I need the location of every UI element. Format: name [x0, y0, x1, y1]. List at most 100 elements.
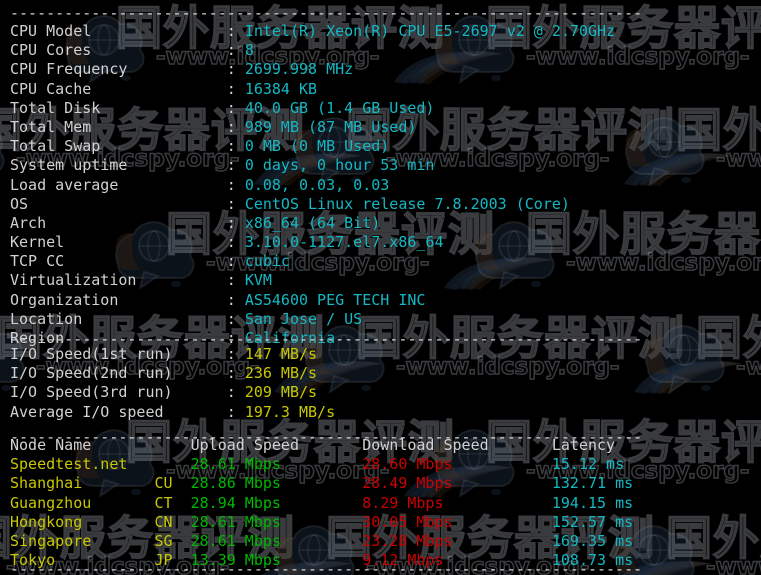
- io-colon: :: [226, 345, 245, 363]
- info-label: CPU Model: [10, 22, 227, 40]
- io-label: I/O Speed(3rd run): [10, 383, 227, 402]
- info-row: Arch : x86_64 (64 Bit): [10, 214, 615, 233]
- speedtest-upload: 28.86 Mbps: [190, 474, 363, 493]
- info-colon: :: [226, 194, 245, 213]
- system-info-block: CPU Model : Intel(R) Xeon(R) CPU E5-2697…: [10, 22, 615, 348]
- separator-bottom: ----------------------------------------…: [10, 560, 642, 575]
- info-label: Kernel: [10, 233, 227, 252]
- info-colon: :: [226, 41, 245, 60]
- speedtest-download: 8.29 Mbps: [362, 493, 552, 512]
- speedtest-latency: 15.12 ms: [551, 455, 625, 474]
- speedtest-isp: [155, 455, 191, 473]
- info-row: Load average : 0.08, 0.03, 0.03: [10, 176, 615, 195]
- info-label: Location: [10, 309, 227, 328]
- info-colon: :: [226, 137, 245, 156]
- io-label: Average I/O speed: [10, 402, 227, 421]
- info-label: OS: [10, 194, 227, 213]
- info-row: Virtualization : KVM: [10, 271, 615, 290]
- info-colon: :: [226, 175, 245, 194]
- speedtest-download: 23.28 Mbps: [362, 531, 552, 550]
- header-upload-speed: Upload Speed: [190, 436, 363, 454]
- info-value: CentOS Linux release 7.8.2003 (Core): [244, 194, 570, 213]
- speedtest-header-row: Node Name Upload Speed Download Speed La…: [10, 436, 633, 455]
- info-row: Kernel : 3.10.0-1127.el7.x86_64: [10, 233, 615, 252]
- speedtest-upload: 28.61 Mbps: [190, 512, 363, 531]
- info-colon: :: [226, 233, 245, 252]
- info-colon: :: [226, 60, 245, 79]
- header-latency: Latency: [551, 436, 616, 454]
- info-label: CPU Cores: [10, 41, 227, 60]
- speedtest-row: Guangzhou CT 28.94 Mbps 8.29 Mbps 194.15…: [10, 494, 633, 513]
- speedtest-upload: 28.61 Mbps: [190, 531, 363, 550]
- header-node-name: Node Name: [10, 436, 191, 454]
- speedtest-row: Shanghai CU 28.86 Mbps 28.49 Mbps 132.71…: [10, 474, 633, 493]
- speedtest-node-name: Shanghai: [10, 474, 155, 493]
- info-label: Arch: [10, 213, 227, 232]
- io-value: 236 MB/s: [244, 364, 318, 383]
- info-label: Total Disk: [10, 98, 227, 117]
- speedtest-latency: 152.57 ms: [551, 512, 634, 531]
- header-download-speed: Download Speed: [362, 436, 552, 454]
- io-label: I/O Speed(1st run): [10, 345, 227, 363]
- info-row: OS : CentOS Linux release 7.8.2003 (Core…: [10, 195, 615, 214]
- info-value: 3.10.0-1127.el7.x86_64: [244, 233, 444, 252]
- io-colon: :: [226, 364, 245, 383]
- speedtest-node-name: Guangzhou: [10, 493, 155, 512]
- info-value: 40.0 GB (1.4 GB Used): [244, 98, 435, 117]
- speedtest-latency: 194.15 ms: [551, 493, 634, 512]
- info-label: System uptime: [10, 156, 227, 175]
- speedtest-node-name: Speedtest.net: [10, 455, 155, 474]
- info-label: Total Mem: [10, 117, 227, 136]
- io-speed-block: I/O Speed(1st run) : 147 MB/s I/O Speed(2…: [10, 345, 335, 422]
- io-value: 197.3 MB/s: [244, 402, 336, 421]
- speedtest-isp: CU: [154, 474, 191, 493]
- info-value: 8: [244, 41, 254, 60]
- speedtest-isp: CN: [154, 512, 191, 531]
- speedtest-isp: CT: [154, 493, 191, 512]
- io-row: Average I/O speed : 197.3 MB/s: [10, 403, 335, 422]
- info-label: Total Swap: [10, 137, 227, 156]
- info-value: 0 days, 0 hour 53 min: [244, 156, 435, 175]
- info-label: CPU Cache: [10, 79, 227, 98]
- terminal-window: 国外服务器评测-www.idcspy.org-国外服务器评测-www.idcsp…: [0, 0, 761, 575]
- info-colon: :: [226, 309, 245, 328]
- info-label: TCP CC: [10, 252, 227, 271]
- speedtest-upload: 28.61 Mbps: [190, 455, 363, 474]
- info-row: Total Disk : 40.0 GB (1.4 GB Used): [10, 99, 615, 118]
- speedtest-download: 30.05 Mbps: [362, 512, 552, 531]
- info-value: 0.08, 0.03, 0.03: [244, 175, 390, 194]
- info-row: Total Mem : 989 MB (87 MB Used): [10, 118, 615, 137]
- info-colon: :: [226, 252, 245, 271]
- speedtest-node-name: Hongkong: [10, 512, 155, 531]
- info-value: x86_64 (64 Bit): [244, 213, 381, 232]
- io-row: I/O Speed(2nd run) : 236 MB/s: [10, 364, 335, 383]
- info-value: cubic: [244, 252, 290, 271]
- info-colon: :: [226, 98, 245, 117]
- io-value: 147 MB/s: [244, 345, 318, 363]
- info-colon: :: [226, 290, 245, 309]
- speedtest-row: Hongkong CN 28.61 Mbps 30.05 Mbps 152.57…: [10, 513, 633, 532]
- info-row: Organization : AS54600 PEG TECH INC: [10, 291, 615, 310]
- speedtest-row: Speedtest.net 28.61 Mbps 28.60 Mbps 15.1…: [10, 455, 633, 474]
- info-label: CPU Frequency: [10, 60, 227, 79]
- info-row: CPU Cores : 8: [10, 41, 615, 60]
- speedtest-download: 28.60 Mbps: [362, 455, 552, 474]
- info-row: TCP CC : cubic: [10, 252, 615, 271]
- info-row: Total Swap : 0 MB (0 MB Used): [10, 137, 615, 156]
- info-row: CPU Cache : 16384 KB: [10, 80, 615, 99]
- info-colon: :: [226, 79, 245, 98]
- io-row: I/O Speed(1st run) : 147 MB/s: [10, 345, 335, 364]
- speedtest-node-name: Singapore: [10, 531, 155, 550]
- separator-line: ----------------------------------------…: [10, 560, 643, 575]
- io-colon: :: [226, 402, 245, 421]
- io-label: I/O Speed(2nd run): [10, 364, 227, 383]
- separator-top: ----------------------------------------…: [10, 4, 642, 23]
- speedtest-latency: 132.71 ms: [551, 474, 634, 493]
- info-row: CPU Model : Intel(R) Xeon(R) CPU E5-2697…: [10, 22, 615, 41]
- info-label: Virtualization: [10, 271, 227, 290]
- speedtest-upload: 28.94 Mbps: [190, 493, 363, 512]
- info-colon: :: [226, 117, 245, 136]
- speedtest-latency: 169.35 ms: [551, 531, 634, 550]
- terminal-text-layer: ----------------------------------------…: [0, 0, 761, 575]
- info-row: System uptime : 0 days, 0 hour 53 min: [10, 156, 615, 175]
